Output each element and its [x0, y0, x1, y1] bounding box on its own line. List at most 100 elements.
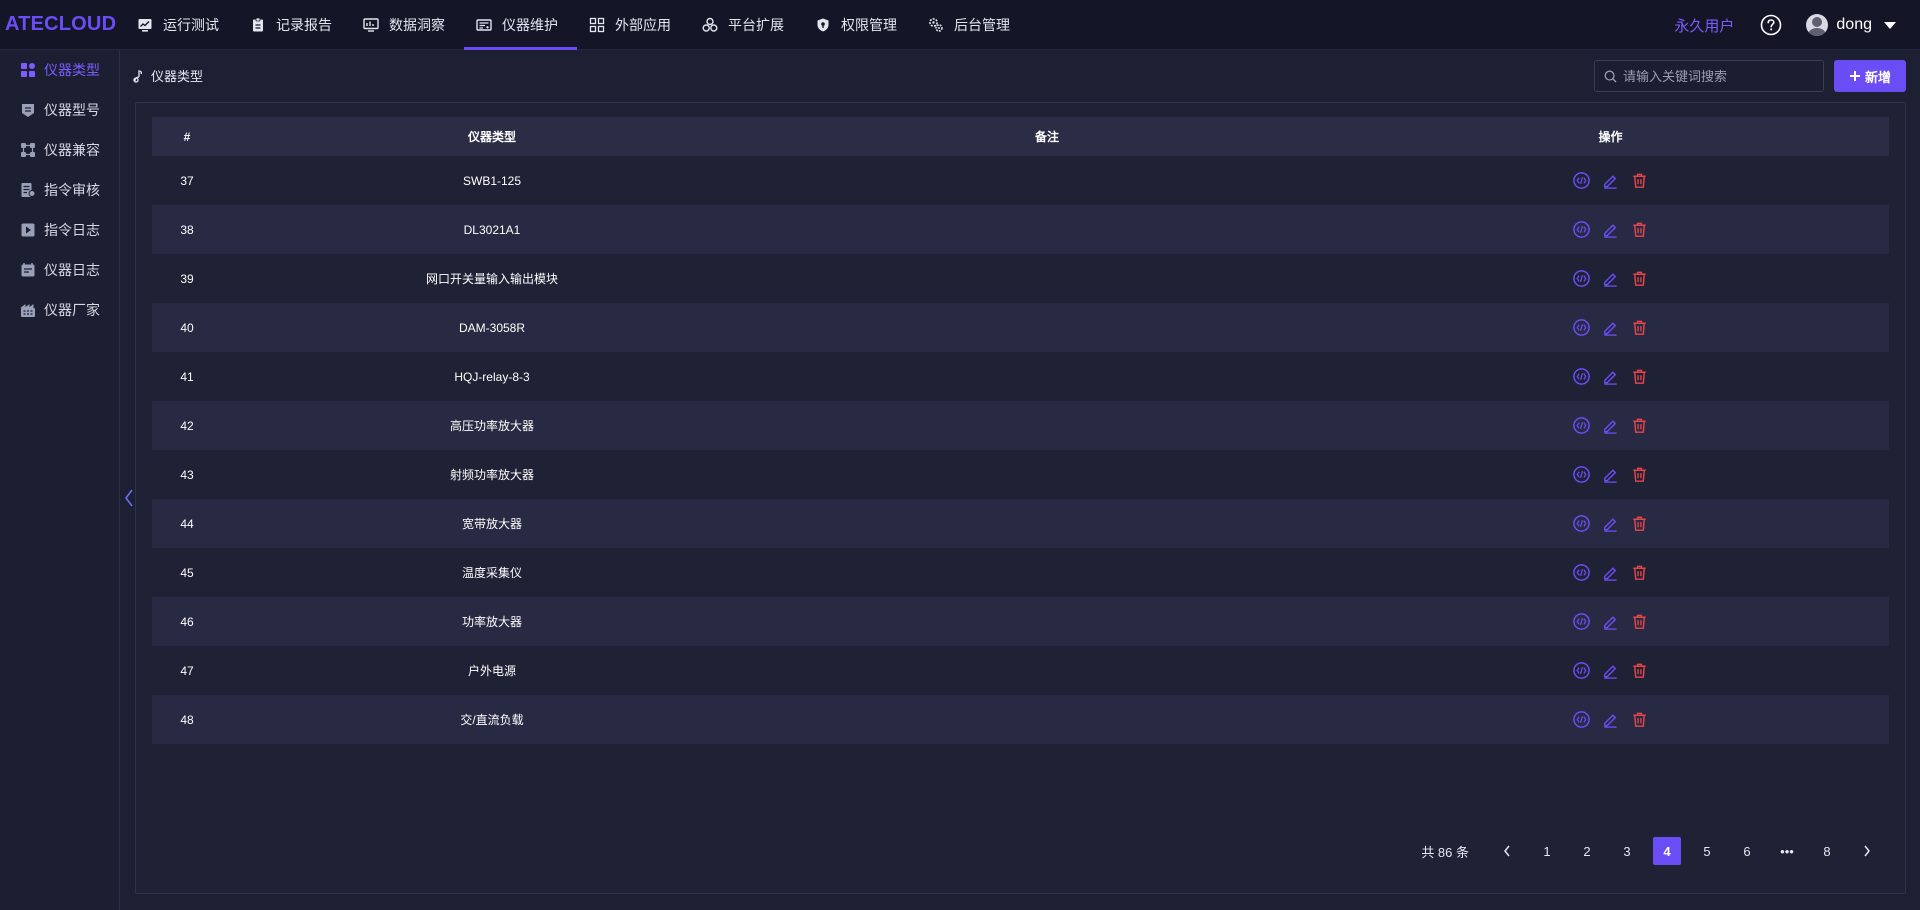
- cell-actions: [1332, 254, 1889, 303]
- sidebar-item-instrument-compat[interactable]: 仪器兼容: [0, 130, 119, 170]
- table-row: 38 DL3021A1: [152, 205, 1889, 254]
- cell-actions: [1332, 303, 1889, 352]
- sidebar-item-instrument-model[interactable]: 仪器型号: [0, 90, 119, 130]
- page-button[interactable]: 4: [1653, 837, 1681, 865]
- cell-type: 宽带放大器: [461, 517, 522, 531]
- command-icon[interactable]: [1572, 416, 1591, 435]
- delete-icon[interactable]: [1630, 269, 1649, 288]
- page-ellipsis[interactable]: •••: [1771, 837, 1803, 865]
- user-avatar[interactable]: [1806, 14, 1829, 36]
- delete-icon[interactable]: [1630, 710, 1649, 729]
- command-icon[interactable]: [1572, 171, 1591, 190]
- edit-icon[interactable]: [1601, 514, 1620, 533]
- edit-icon[interactable]: [1601, 171, 1620, 190]
- edit-icon[interactable]: [1601, 563, 1620, 582]
- username[interactable]: dong: [1836, 16, 1872, 34]
- sidebar-item-instrument-log[interactable]: 仪器日志: [0, 250, 119, 290]
- next-page-button[interactable]: [1851, 837, 1883, 865]
- nav-item-3[interactable]: 仪器维护: [464, 0, 577, 50]
- cell-type: SWB1-125: [462, 173, 522, 188]
- user-menu-caret-icon[interactable]: [1884, 21, 1896, 29]
- sidebar-item-label: 仪器兼容: [44, 142, 100, 158]
- cell-note: [762, 646, 1332, 695]
- search-input[interactable]: [1623, 68, 1813, 84]
- nav-item-label: 数据洞察: [389, 17, 445, 33]
- sidebar-item-label: 仪器日志: [44, 262, 100, 278]
- prev-page-button[interactable]: [1491, 837, 1523, 865]
- nav-item-7[interactable]: 后台管理: [916, 0, 1029, 50]
- page-button[interactable]: 8: [1811, 837, 1843, 865]
- command-icon[interactable]: [1572, 220, 1591, 239]
- nav-item-0[interactable]: 运行测试: [125, 0, 238, 50]
- command-icon[interactable]: [1572, 269, 1591, 288]
- nav-item-label: 运行测试: [163, 17, 219, 33]
- sidebar-item-label: 仪器类型: [44, 62, 100, 78]
- page-button[interactable]: 3: [1611, 837, 1643, 865]
- delete-icon[interactable]: [1630, 514, 1649, 533]
- cell-actions: [1332, 695, 1889, 744]
- cell-index: 37: [180, 173, 194, 188]
- cell-type: 温度采集仪: [461, 566, 522, 580]
- delete-icon[interactable]: [1630, 171, 1649, 190]
- search-box[interactable]: [1594, 60, 1824, 92]
- nav-item-6[interactable]: 权限管理: [803, 0, 916, 50]
- user-area: 永久用户 dong: [1674, 0, 1920, 50]
- command-icon[interactable]: [1572, 514, 1591, 533]
- delete-icon[interactable]: [1630, 367, 1649, 386]
- pagination: 共 86 条 1 2 3 4 5 6 ••• 8: [1421, 837, 1883, 865]
- cell-index: 43: [180, 467, 194, 482]
- cell-index: 44: [180, 516, 194, 531]
- edit-icon[interactable]: [1601, 269, 1620, 288]
- delete-icon[interactable]: [1630, 416, 1649, 435]
- add-button[interactable]: 新增: [1834, 60, 1906, 92]
- cell-index: 40: [180, 320, 194, 335]
- sidebar-item-instrument-vendor[interactable]: 仪器厂家: [0, 290, 119, 330]
- table-row: 37 SWB1-125: [152, 156, 1889, 205]
- cell-type: DL3021A1: [463, 222, 521, 237]
- top-bar: ATECLOUD 运行测试 记录报告 数据洞察 仪器维护 外部应用 平台扩展 权限管理 后台管…: [0, 0, 1920, 50]
- chart-monitor-icon: [137, 17, 153, 33]
- delete-icon[interactable]: [1630, 318, 1649, 337]
- edit-icon[interactable]: [1601, 661, 1620, 680]
- nav-item-5[interactable]: 平台扩展: [690, 0, 803, 50]
- edit-icon[interactable]: [1601, 710, 1620, 729]
- command-icon[interactable]: [1572, 465, 1591, 484]
- edit-icon[interactable]: [1601, 465, 1620, 484]
- command-icon[interactable]: [1572, 710, 1591, 729]
- command-icon[interactable]: [1572, 612, 1591, 631]
- app-logo[interactable]: ATECLOUD: [5, 13, 116, 36]
- command-icon[interactable]: [1572, 563, 1591, 582]
- delete-icon[interactable]: [1630, 465, 1649, 484]
- edit-icon[interactable]: [1601, 612, 1620, 631]
- license-status-link[interactable]: 永久用户: [1674, 15, 1734, 36]
- help-icon[interactable]: [1760, 14, 1782, 36]
- sidebar-item-command-review[interactable]: 指令审核: [0, 170, 119, 210]
- delete-icon[interactable]: [1630, 563, 1649, 582]
- page-button[interactable]: 2: [1571, 837, 1603, 865]
- plus-icon: [1849, 71, 1860, 81]
- command-icon[interactable]: [1572, 661, 1591, 680]
- nav-item-label: 权限管理: [841, 17, 897, 33]
- delete-icon[interactable]: [1630, 661, 1649, 680]
- cell-note: [762, 401, 1332, 450]
- page-button[interactable]: 6: [1731, 837, 1763, 865]
- nav-item-2[interactable]: 数据洞察: [351, 0, 464, 50]
- cell-type: 高压功率放大器: [449, 419, 534, 433]
- edit-icon[interactable]: [1601, 220, 1620, 239]
- edit-icon[interactable]: [1601, 416, 1620, 435]
- sidebar-item-command-log[interactable]: 指令日志: [0, 210, 119, 250]
- delete-icon[interactable]: [1630, 612, 1649, 631]
- delete-icon[interactable]: [1630, 220, 1649, 239]
- edit-icon[interactable]: [1601, 367, 1620, 386]
- command-icon[interactable]: [1572, 318, 1591, 337]
- nav-item-1[interactable]: 记录报告: [238, 0, 351, 50]
- cell-type: HQJ-relay-8-3: [454, 369, 530, 384]
- page-button[interactable]: 5: [1691, 837, 1723, 865]
- chevron-left-icon: [125, 489, 133, 507]
- cell-note: [762, 499, 1332, 548]
- edit-icon[interactable]: [1601, 318, 1620, 337]
- sidebar-item-instrument-type[interactable]: 仪器类型: [0, 50, 119, 90]
- nav-item-4[interactable]: 外部应用: [577, 0, 690, 50]
- command-icon[interactable]: [1572, 367, 1591, 386]
- page-button[interactable]: 1: [1531, 837, 1563, 865]
